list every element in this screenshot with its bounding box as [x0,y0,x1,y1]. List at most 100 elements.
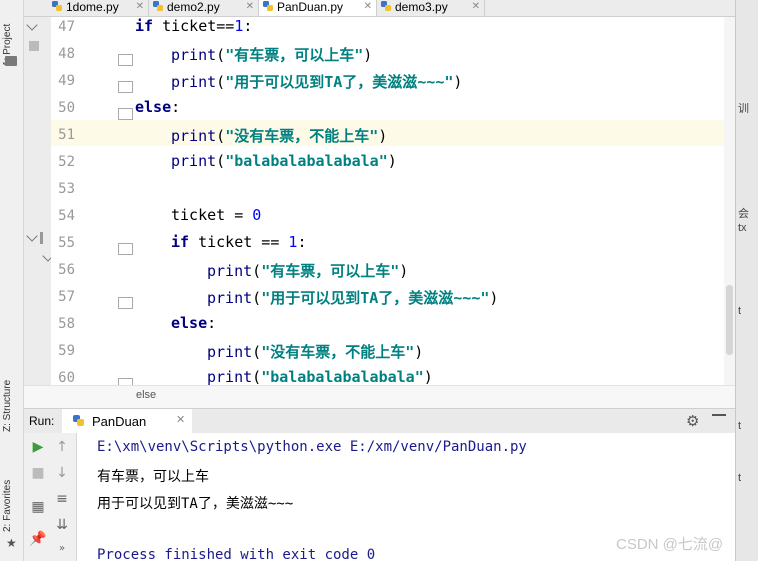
breadcrumb: else [24,385,735,408]
code-line[interactable]: print("有车票，可以上车") [171,44,372,65]
chevron-down-icon[interactable] [26,230,38,242]
code-line[interactable]: print("balabalabalabala") [171,152,397,170]
code-line[interactable]: print("用于可以见到TA了，美滋滋~~~") [207,287,498,308]
code-token: ( [216,127,226,145]
fold-marker-icon[interactable] [118,243,133,255]
favorites-tool-tab[interactable]: 2: Favorites [2,470,20,532]
watermark: CSDN @七流@ [616,536,724,553]
code-token: "有车票，可以上车" [225,46,364,64]
code-line[interactable]: if ticket == 1: [171,233,306,251]
gear-icon[interactable]: ⚙ [686,412,699,430]
right-strip-text: 会 [738,208,749,220]
tab-demo2-py[interactable]: demo2.py ✕ [149,0,259,16]
line-number: 50 [58,100,75,116]
close-icon[interactable]: ✕ [136,0,144,14]
code-token: ticket == [198,233,289,251]
scrollbar-thumb[interactable] [726,285,733,355]
chevron-down-icon[interactable] [26,19,38,31]
code-token: "用于可以见到TA了，美滋滋~~~" [225,73,454,91]
python-file-icon [52,1,62,11]
code-token: "没有车票，不能上车" [261,343,415,361]
close-icon[interactable]: ✕ [246,0,254,14]
structure-tool-tab[interactable]: Z: Structure [2,372,20,432]
line-number: 54 [58,208,75,224]
code-token: "用于可以见到TA了，美滋滋~~~" [261,289,490,307]
code-token: print [171,152,217,170]
soft-wrap-icon[interactable]: ≡ [52,489,72,509]
run-tab-panduan[interactable]: PanDuan ✕ [62,409,192,433]
code-token: ( [252,289,262,307]
tab-label: demo2.py [167,0,220,14]
code-token: ( [216,152,226,170]
up-arrow-icon[interactable]: ↑ [52,437,72,457]
code-token: "balabalabalabala" [261,368,424,386]
more-icon[interactable]: » [52,539,72,559]
code-token: ) [387,152,397,170]
code-token: ) [363,46,373,64]
code-line[interactable]: print("用于可以见到TA了，美滋滋~~~") [171,71,462,92]
down-arrow-icon[interactable]: ↓ [52,463,72,483]
python-icon [73,415,84,426]
code-token: ( [252,262,262,280]
tab-label: demo3.py [395,0,448,14]
fold-marker-icon[interactable] [118,54,133,66]
line-number: 48 [58,46,75,62]
line-number: 47 [58,19,75,35]
line-number: 59 [58,343,75,359]
close-icon[interactable]: ✕ [176,413,185,426]
python-file-icon [381,1,391,11]
code-token: print [207,262,253,280]
code-line[interactable]: print("没有车票，不能上车") [207,341,423,362]
left-tool-stripe: 1: Project Z: Structure 2: Favorites ★ [0,0,24,561]
tab-panduan-py[interactable]: PanDuan.py ✕ [259,0,377,16]
code-token: print [207,368,253,386]
code-token: print [171,73,217,91]
code-line[interactable]: else: [135,98,180,116]
run-panel-header: Run: PanDuan ✕ ⚙ [24,408,735,434]
line-number: 55 [58,235,75,251]
tab-demo3-py[interactable]: demo3.py ✕ [377,0,485,16]
code-token: print [171,46,217,64]
tab-1dome-py[interactable]: 1dome.py ✕ [48,0,149,16]
code-token: : [207,314,217,332]
star-icon: ★ [6,536,17,550]
fold-marker-icon[interactable] [118,81,133,93]
line-number: 52 [58,154,75,170]
code-token: ) [453,73,463,91]
code-token: ) [399,262,409,280]
code-line[interactable]: print("balabalabalabala") [207,368,433,386]
breadcrumb-item[interactable]: else [136,389,156,401]
stop-icon[interactable]: ■ [28,463,48,483]
console-line: 有车票，可以上车 [97,469,209,485]
minimize-icon[interactable] [712,414,726,416]
rerun-icon[interactable]: ▶ [28,437,48,457]
editor-side-gutter [24,17,54,385]
code-token: ( [216,73,226,91]
code-line[interactable]: else: [171,314,216,332]
code-line[interactable]: if ticket==1: [135,17,252,35]
folder-icon [5,56,17,66]
code-token: ) [414,343,424,361]
code-line[interactable]: print("没有车票，不能上车") [171,125,387,146]
code-token: ticket = [171,206,253,224]
marker-icon [29,41,39,51]
code-line[interactable]: ticket = 0 [171,206,261,224]
code-line[interactable]: print("有车票，可以上车") [207,260,408,281]
code-token: "balabalabalabala" [225,152,388,170]
pin-icon[interactable]: 📌 [28,529,48,549]
code-token: if [135,17,163,35]
code-token: print [171,127,217,145]
code-token: ) [423,368,433,386]
line-number: 53 [58,181,75,197]
layout-icon[interactable]: ▦ [28,497,48,517]
run-label: Run: [29,414,55,428]
code-token: ( [252,368,262,386]
code-token: ) [378,127,388,145]
scroll-to-end-icon[interactable]: ⇊ [52,515,72,535]
tab-label: 1dome.py [66,0,119,14]
close-icon[interactable]: ✕ [472,0,480,14]
fold-marker-icon[interactable] [118,297,133,309]
close-icon[interactable]: ✕ [364,0,372,14]
fold-marker-icon[interactable] [118,108,133,120]
code-token: print [207,289,253,307]
